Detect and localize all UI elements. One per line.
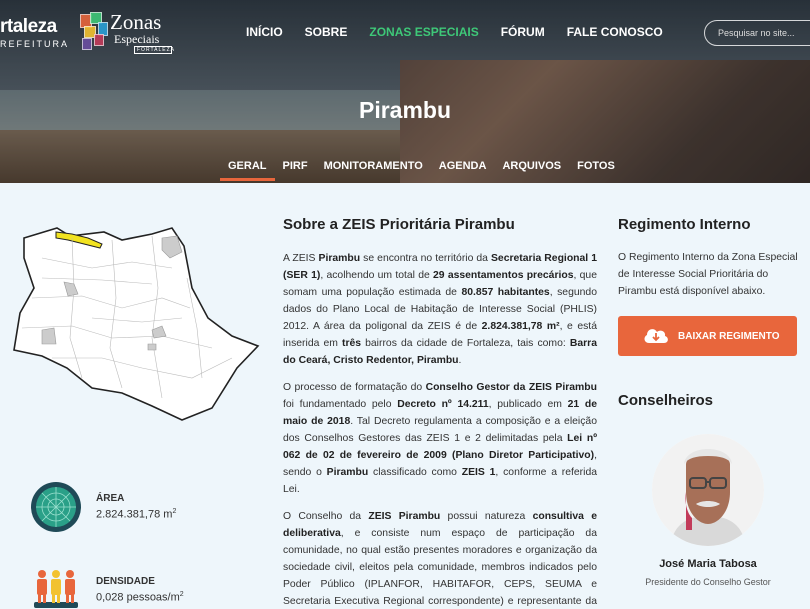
- city-outline: [13, 227, 260, 421]
- zonas-logo-sub: Especiais: [114, 32, 160, 46]
- zeis-area-shape: [41, 327, 57, 345]
- stat-area: ÁREA 2.824.381,78 m2: [30, 481, 260, 533]
- about-title: Sobre a ZEIS Prioritária Pirambu: [283, 216, 515, 233]
- about-paragraph: A ZEIS Pirambu se encontra no território…: [283, 253, 597, 366]
- about-paragraph: O processo de formatação do Conselho Ges…: [283, 382, 598, 495]
- tab-fotos[interactable]: FOTOS: [569, 160, 623, 181]
- logo-square: [94, 34, 104, 46]
- stat-density: DENSIDADE 0,028 pessoas/m2: [30, 564, 260, 609]
- prefeitura-logo[interactable]: rtaleza REFEITURA: [0, 16, 69, 49]
- zonas-logo-tag: FORTALEZA: [134, 46, 174, 54]
- people-icon: [30, 564, 82, 609]
- tab-pirf[interactable]: PIRF: [275, 160, 316, 181]
- search-box: [704, 20, 810, 46]
- prefeitura-logo-sub: REFEITURA: [0, 39, 70, 49]
- member-role: Presidente do Conselho Gestor: [645, 577, 771, 587]
- stat-area-value: 2.824.381,78 m2: [96, 508, 177, 521]
- main-nav: INÍCIO SOBRE ZONAS ESPECIAIS FÓRUM FALE CONO…: [246, 25, 685, 39]
- nav-item[interactable]: ZONAS ESPECIAIS: [369, 25, 478, 39]
- about-paragraph: O Conselho da ZEIS Pirambu possui nature…: [283, 511, 597, 607]
- nav-item[interactable]: FÓRUM: [501, 25, 545, 39]
- hero-banner: rtaleza REFEITURA Zonas Especiais FORTAL…: [0, 0, 810, 183]
- stat-area-label: ÁREA: [96, 493, 125, 504]
- member-portrait: [652, 434, 764, 546]
- avatar: [652, 434, 764, 546]
- tab-agenda[interactable]: AGENDA: [431, 160, 495, 181]
- nav-item[interactable]: INÍCIO: [246, 25, 283, 39]
- radar-icon: [30, 481, 82, 533]
- tab-arquivos[interactable]: ARQUIVOS: [494, 160, 569, 181]
- about-section: Sobre a ZEIS Prioritária Pirambu A ZEIS …: [283, 216, 597, 609]
- regimento-title: Regimento Interno: [618, 216, 751, 233]
- sub-tabs: GERAL PIRF MONITORAMENTO AGENDA ARQUIVOS FOTO…: [220, 160, 623, 181]
- member-name: José Maria Tabosa: [659, 558, 757, 570]
- logo-square: [82, 38, 92, 50]
- regimento-text: O Regimento Interno da Zona Especial de …: [618, 252, 798, 297]
- zeis-area-shape: [147, 343, 157, 351]
- nav-item[interactable]: FALE CONOSCO: [567, 25, 663, 39]
- download-regimento-button[interactable]: BAIXAR REGIMENTO: [618, 316, 797, 356]
- zeis-map: [12, 218, 262, 428]
- download-regimento-label: BAIXAR REGIMENTO: [678, 330, 780, 342]
- stat-density-value: 0,028 pessoas/m2: [96, 591, 184, 604]
- sidebar: Regimento Interno O Regimento Interno da…: [618, 216, 800, 587]
- tab-geral[interactable]: GERAL: [220, 160, 275, 181]
- zeis-map-svg: [13, 227, 260, 421]
- conselheiros-title: Conselheiros: [618, 392, 714, 409]
- tab-monitoramento[interactable]: MONITORAMENTO: [316, 160, 431, 181]
- zonas-especiais-logo[interactable]: Zonas Especiais FORTALEZA: [80, 12, 176, 56]
- cloud-download-icon: [644, 329, 668, 343]
- zonas-logo-title: Zonas: [110, 10, 162, 34]
- page-title: Pirambu: [358, 97, 452, 123]
- zonas-logo-squares-icon: [80, 12, 110, 52]
- prefeitura-logo-title: rtaleza: [0, 16, 57, 37]
- search-input[interactable]: [705, 21, 810, 45]
- nav-item[interactable]: SOBRE: [305, 25, 348, 39]
- stat-density-label: DENSIDADE: [96, 576, 155, 587]
